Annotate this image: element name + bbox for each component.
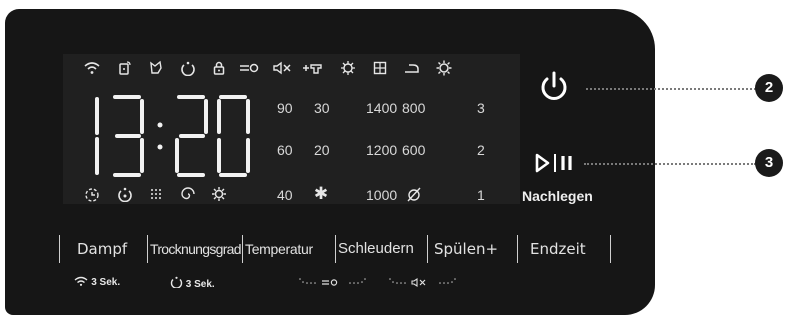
power-button[interactable] [536, 70, 572, 104]
temp-30: 30 [314, 100, 330, 116]
nachlegen-label: Nachlegen [522, 188, 593, 204]
iron-icon [400, 60, 424, 76]
spin-800: 800 [402, 100, 426, 116]
callout-line-start [584, 163, 756, 165]
delay-start-icon [176, 60, 200, 76]
extra-rinse-icon [301, 60, 325, 76]
remote-start-icon [113, 60, 137, 76]
wifi-hold-hint: 3 Sek. [74, 276, 120, 290]
trocknungsgrad-button[interactable]: Trocknungsgrad [150, 237, 242, 261]
delay-hold-hint: 3 Sek. [170, 276, 215, 292]
temp-40: 40 [277, 187, 293, 203]
schleudern-button[interactable]: Schleudern [338, 237, 426, 261]
mute-icon [270, 60, 294, 76]
no-spin-icon [404, 186, 424, 202]
snowflake-icon: ✱ [313, 184, 329, 204]
time-display [81, 95, 256, 177]
child-lock-icon [207, 60, 231, 76]
separator [427, 235, 428, 263]
delay-start-icon [170, 276, 186, 290]
delay-hold-label: 3 Sek. [185, 279, 215, 290]
gear-small-icon [207, 186, 231, 202]
separator [147, 235, 148, 263]
separator [242, 235, 243, 263]
mute-combo-hint [388, 276, 466, 292]
spin-1000: 1000 [366, 187, 398, 203]
wifi-icon [80, 60, 104, 76]
callout-start: 3 [755, 149, 783, 177]
temp-60: 60 [277, 142, 293, 158]
level-3: 3 [477, 100, 485, 116]
separator [610, 235, 611, 263]
temperatur-button[interactable]: Temperatur [245, 237, 333, 261]
spin-600: 600 [402, 142, 426, 158]
level-2: 2 [477, 142, 485, 158]
callout-line-power [586, 88, 756, 90]
temp-90: 90 [277, 100, 293, 116]
grid-icon [368, 60, 392, 76]
endzeit-button[interactable]: Endzeit [530, 237, 602, 261]
spiral-icon [176, 186, 200, 202]
wifi-hold-label: 3 Sek. [91, 277, 121, 288]
start-pause-button[interactable] [532, 152, 582, 174]
spin-1200: 1200 [366, 142, 398, 158]
no-crease-icon [144, 60, 168, 76]
key-icon [237, 60, 261, 76]
stain-icon [336, 60, 360, 76]
end-time-icon [113, 186, 137, 202]
separator [59, 235, 60, 263]
spin-1400: 1400 [366, 100, 398, 116]
separator [517, 235, 518, 263]
spuelen-plus-button[interactable]: Spülen+ [434, 237, 514, 261]
timer-icon [80, 186, 104, 202]
wifi-icon [74, 276, 91, 288]
dots-icon [144, 186, 168, 202]
dampf-button[interactable]: Dampf [77, 237, 142, 261]
level-1: 1 [477, 187, 485, 203]
separator [335, 235, 336, 263]
temp-20: 20 [314, 142, 330, 158]
callout-power: 2 [755, 74, 783, 102]
key-combo-hint [298, 276, 376, 292]
settings-icon [432, 60, 456, 76]
